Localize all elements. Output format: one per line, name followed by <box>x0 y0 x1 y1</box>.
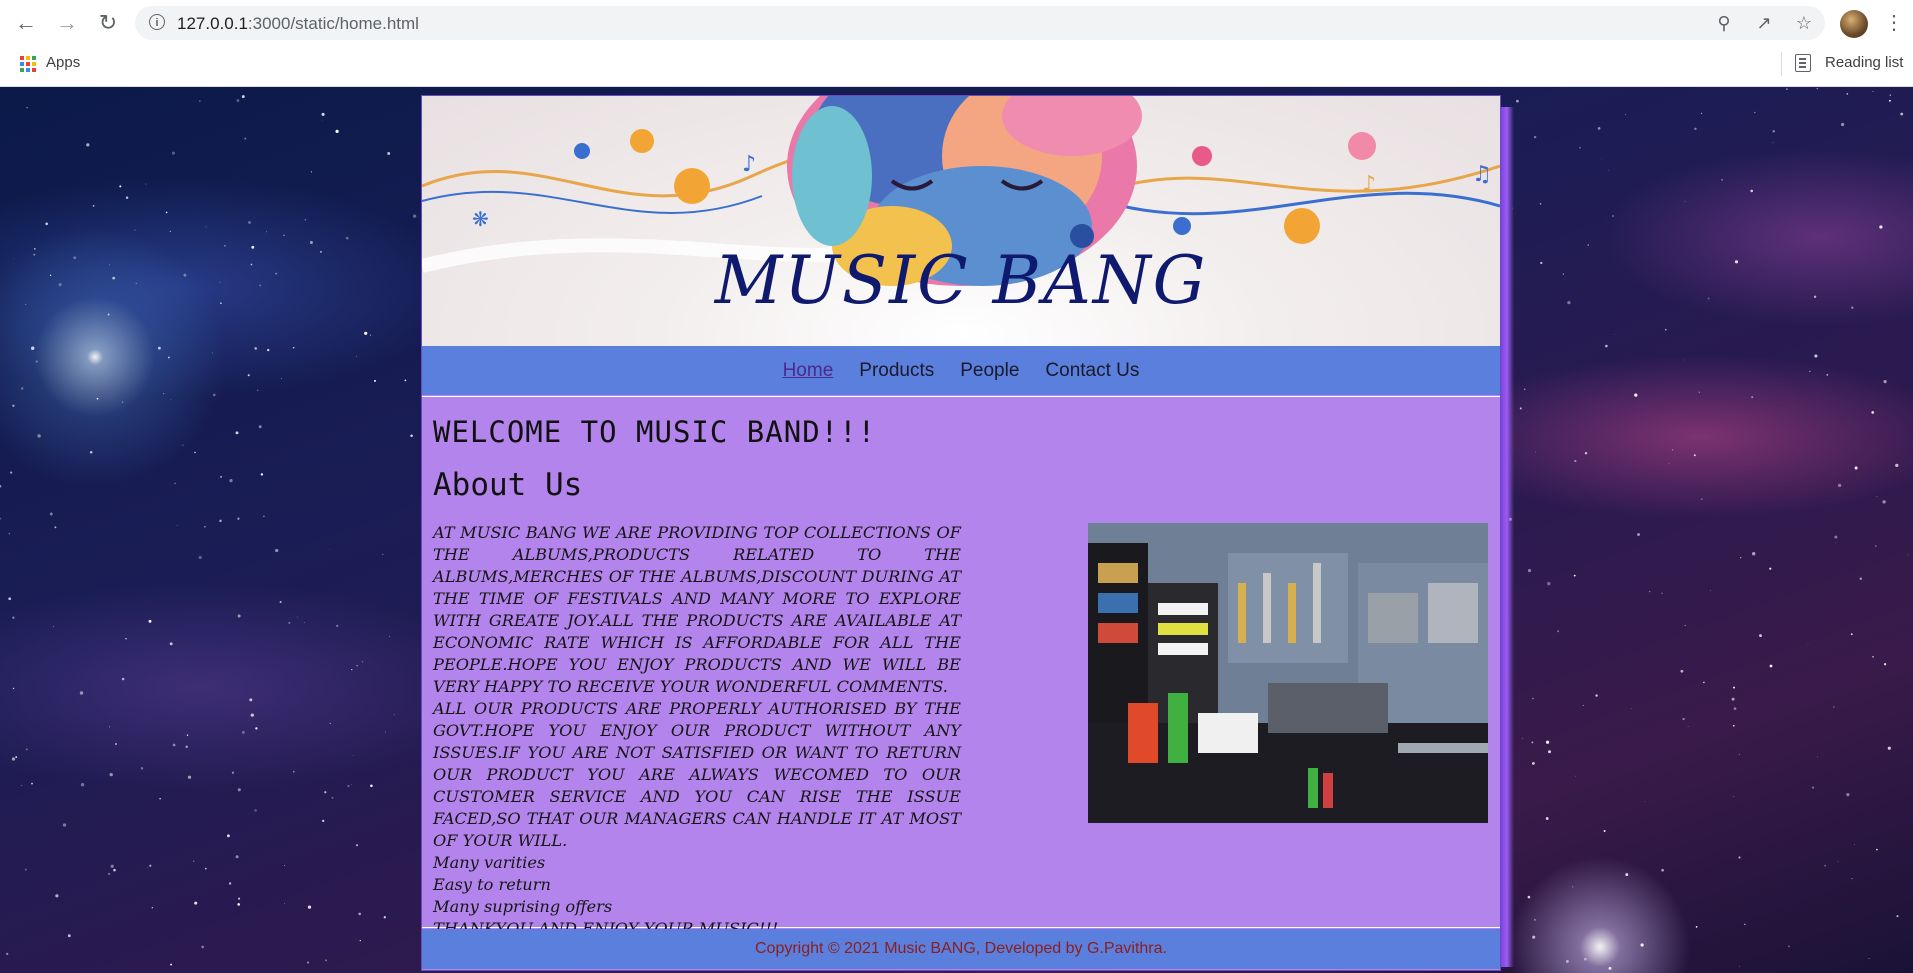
share-icon[interactable]: ↗ <box>1753 12 1775 34</box>
bookmarks-bar: Apps Reading list <box>0 48 1913 80</box>
divider <box>1781 52 1782 76</box>
forward-icon[interactable]: → <box>53 10 81 35</box>
main-nav: Home Products People Contact Us <box>422 346 1500 395</box>
url-host: 127.0.0.1 <box>177 14 248 33</box>
nav-contact-us[interactable]: Contact Us <box>1045 360 1139 382</box>
site-info-icon[interactable]: i <box>149 14 165 30</box>
page-viewport: ♫ ♪ ♪ ❋ MUSIC BANG Home Products People … <box>0 87 1913 973</box>
reload-icon[interactable]: ↻ <box>94 10 122 35</box>
footer: Copyright © 2021 Music BANG, Developed b… <box>422 929 1500 969</box>
svg-text:❋: ❋ <box>472 207 489 231</box>
nav-products[interactable]: Products <box>859 360 934 382</box>
menu-dots-icon[interactable]: ⋮ <box>1884 10 1904 35</box>
browser-chrome: ← → ↻ i 127.0.0.1:3000/static/home.html … <box>0 0 1913 87</box>
feature-item: Easy to return <box>433 875 551 894</box>
url-path: :3000/static/home.html <box>247 14 419 33</box>
about-heading: About Us <box>433 467 583 503</box>
main-content: WELCOME TO MUSIC BAND!!! About Us AT MUS… <box>422 396 1500 938</box>
decorative-glow <box>1500 107 1514 967</box>
about-paragraph-1: AT MUSIC BANG WE ARE PROVIDING TOP COLLE… <box>433 523 961 696</box>
copyright-text: Copyright © 2021 Music BANG, Developed b… <box>755 940 1167 957</box>
back-icon[interactable]: ← <box>12 10 40 35</box>
reading-list-icon[interactable] <box>1795 54 1811 72</box>
feature-item: Many suprising offers <box>433 897 613 916</box>
profile-avatar[interactable] <box>1840 10 1868 38</box>
about-paragraph-2: ALL OUR PRODUCTS ARE PROPERLY AUTHORISED… <box>433 699 961 850</box>
svg-text:♪: ♪ <box>742 152 756 177</box>
apps-link[interactable]: Apps <box>46 54 80 71</box>
site-container: ♫ ♪ ♪ ❋ MUSIC BANG Home Products People … <box>421 95 1501 971</box>
svg-text:♫: ♫ <box>1472 162 1492 187</box>
reading-list-button[interactable]: Reading list <box>1825 54 1903 71</box>
zoom-icon[interactable]: ⚲ <box>1713 12 1735 34</box>
welcome-heading: WELCOME TO MUSIC BAND!!! <box>433 415 877 449</box>
address-bar[interactable]: i 127.0.0.1:3000/static/home.html ⚲ ↗ ☆ <box>135 6 1825 40</box>
nav-home[interactable]: Home <box>783 360 834 382</box>
feature-item: Many varities <box>433 853 546 872</box>
svg-text:♪: ♪ <box>1362 172 1376 197</box>
apps-icon[interactable] <box>20 56 36 72</box>
browser-toolbar: ← → ↻ i 127.0.0.1:3000/static/home.html … <box>0 0 1913 46</box>
header-banner: ♫ ♪ ♪ ❋ MUSIC BANG <box>422 96 1500 346</box>
store-photo-graphic <box>1088 523 1488 823</box>
music-store-photo <box>1088 523 1488 823</box>
site-title: MUSIC BANG <box>714 242 1208 319</box>
url-text[interactable]: 127.0.0.1:3000/static/home.html <box>177 14 419 34</box>
nav-people[interactable]: People <box>960 360 1019 382</box>
bookmark-star-icon[interactable]: ☆ <box>1793 12 1815 34</box>
about-text: AT MUSIC BANG WE ARE PROVIDING TOP COLLE… <box>433 522 961 940</box>
